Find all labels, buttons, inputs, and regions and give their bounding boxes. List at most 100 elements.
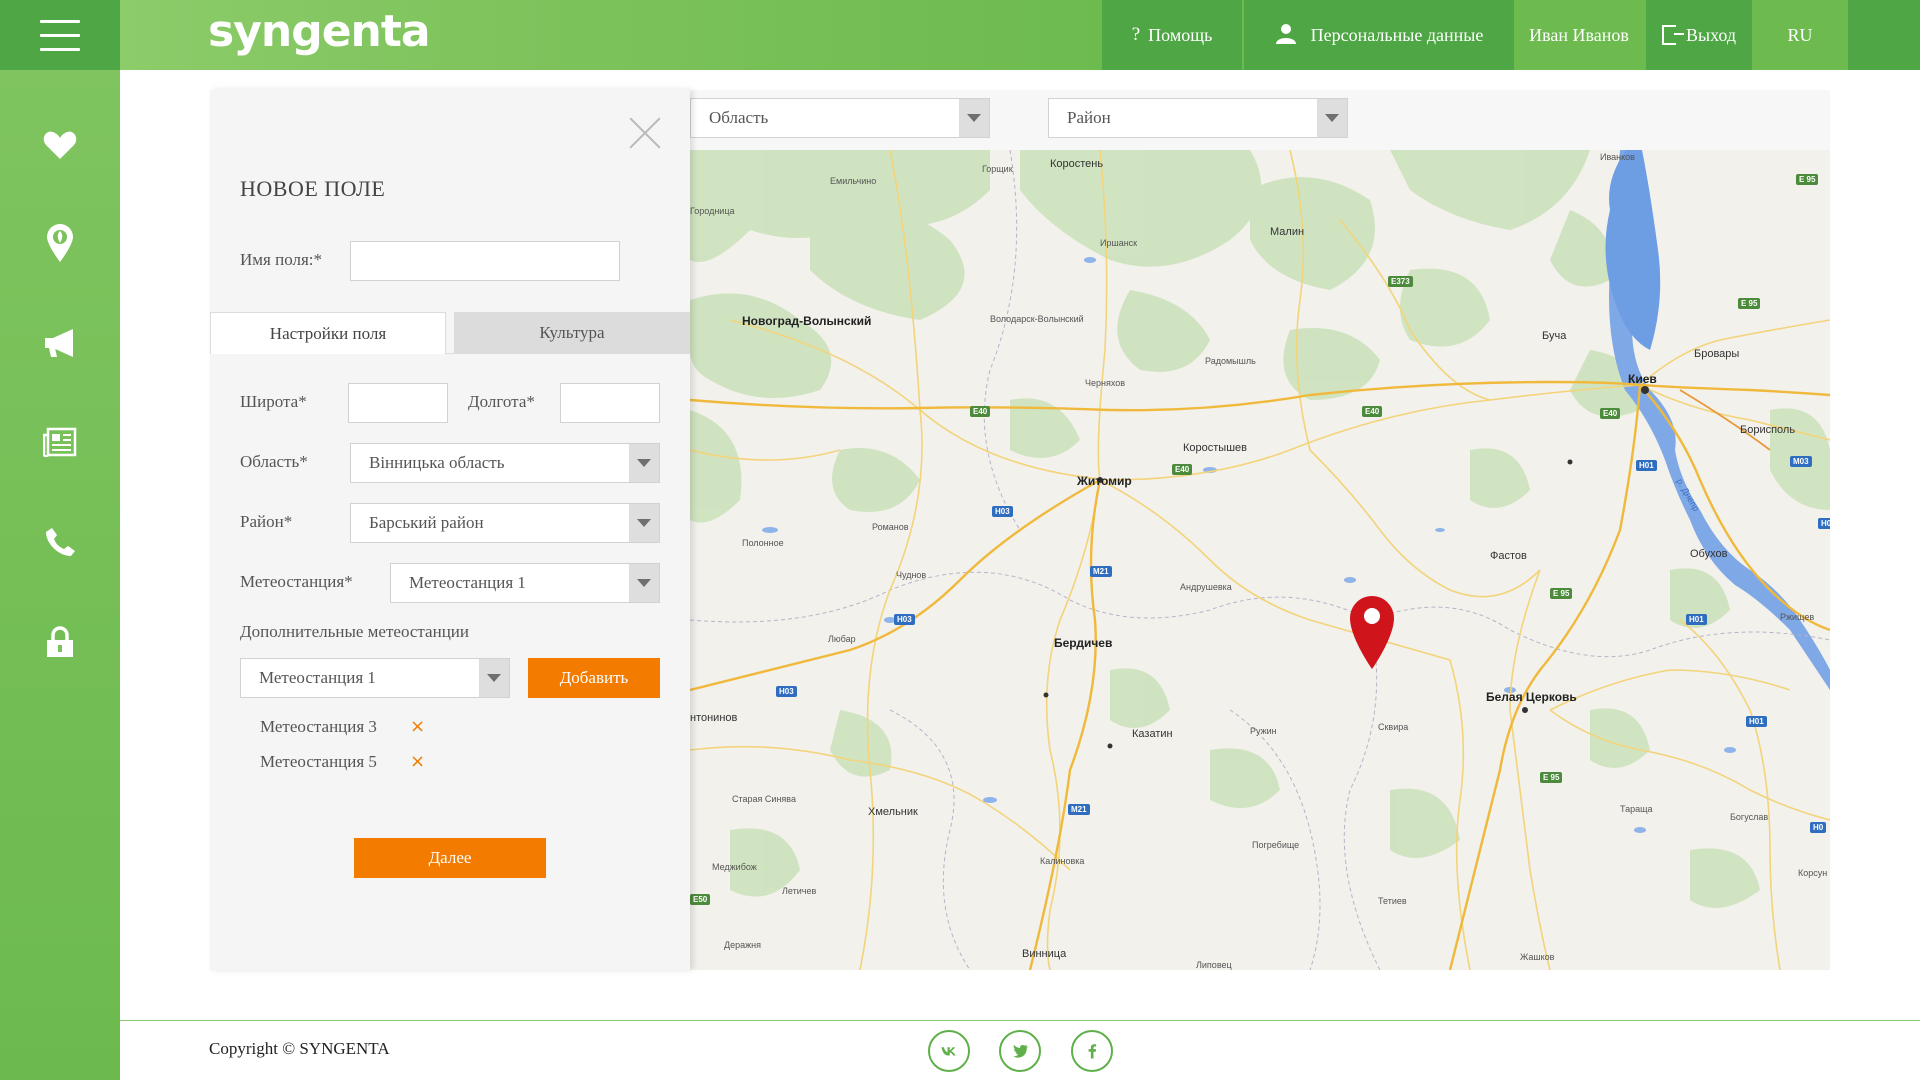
road-shield: E 95 bbox=[1738, 298, 1761, 309]
weather-station-label: Метеостанция* bbox=[240, 572, 353, 591]
chevron-down-icon bbox=[479, 659, 509, 697]
user-name[interactable]: Иван Иванов bbox=[1514, 0, 1644, 70]
map-label: Володарск-Волынский bbox=[990, 314, 1084, 324]
road-shield: E 95 bbox=[1796, 174, 1819, 185]
tab-culture[interactable]: Культура bbox=[454, 312, 690, 354]
sidebar-item-news[interactable] bbox=[40, 323, 80, 363]
map-label: Горщик bbox=[982, 164, 1013, 174]
road-shield: E50 bbox=[690, 894, 711, 905]
map-district-select[interactable]: Район bbox=[1048, 98, 1348, 138]
road-shield: H03 bbox=[894, 614, 915, 625]
map-label: Черняхов bbox=[1085, 378, 1126, 388]
tab-culture-label: Культура bbox=[539, 323, 605, 342]
location-pin-icon bbox=[47, 224, 73, 262]
map-label: Фастов bbox=[1490, 550, 1527, 562]
map-label: Бердичев bbox=[1054, 636, 1113, 650]
field-name-label: Имя поля:* bbox=[240, 250, 323, 269]
road-shield: E40 bbox=[1362, 406, 1383, 417]
remove-station-icon[interactable]: × bbox=[410, 716, 425, 737]
map-label: Емильчино bbox=[830, 176, 877, 186]
twitter-icon bbox=[1013, 1044, 1028, 1058]
megaphone-icon bbox=[45, 329, 73, 357]
phone-icon bbox=[46, 528, 75, 556]
close-icon[interactable] bbox=[628, 116, 662, 150]
map-filter-bar: Область Район bbox=[690, 90, 1830, 150]
map-label: Тетиев bbox=[1378, 896, 1407, 906]
extra-station-item: Метеостанция 3 bbox=[260, 717, 377, 736]
map-district-value: Район bbox=[1067, 108, 1111, 127]
menu-button[interactable] bbox=[0, 0, 120, 70]
chevron-down-icon bbox=[959, 99, 989, 137]
chevron-down-icon bbox=[629, 444, 659, 482]
map-label: Погребище bbox=[1252, 840, 1300, 850]
map-label: Летичев bbox=[782, 886, 817, 896]
exit-link[interactable]: Выход bbox=[1646, 0, 1752, 70]
region-select[interactable]: Вінницька область bbox=[350, 443, 660, 483]
sidebar-item-contacts[interactable] bbox=[40, 522, 80, 562]
map-region-value: Область bbox=[709, 108, 769, 127]
extra-station-select[interactable]: Метеостанция 1 bbox=[240, 658, 510, 698]
chevron-down-icon bbox=[629, 564, 659, 602]
road-shield: E 95 bbox=[1550, 588, 1573, 599]
location-marker-icon[interactable] bbox=[1348, 594, 1396, 670]
sidebar-item-fields[interactable] bbox=[40, 223, 80, 263]
help-link[interactable]: ? Помощь bbox=[1102, 0, 1242, 70]
map-label: Обухов bbox=[1690, 548, 1728, 560]
map-label: Полонное bbox=[742, 538, 784, 548]
chevron-down-icon bbox=[629, 504, 659, 542]
road-shield: H03 bbox=[776, 686, 797, 697]
chevron-down-icon bbox=[1317, 99, 1347, 137]
map-label: Коростышев bbox=[1183, 442, 1247, 454]
vk-link[interactable] bbox=[928, 1030, 970, 1072]
language-switch[interactable]: RU bbox=[1752, 0, 1848, 70]
tab-field-settings-label: Настройки поля bbox=[269, 323, 387, 343]
map-label: Богуслав bbox=[1730, 812, 1769, 822]
field-name-input[interactable] bbox=[350, 241, 620, 281]
language-label: RU bbox=[1787, 24, 1813, 45]
facebook-icon bbox=[1088, 1044, 1097, 1059]
personal-data-link[interactable]: Персональные данные bbox=[1244, 0, 1514, 70]
map-label: Радомышль bbox=[1205, 356, 1256, 366]
sidebar bbox=[0, 70, 120, 1080]
tab-field-settings[interactable]: Настройки поля bbox=[210, 312, 446, 354]
road-shield: M03 bbox=[1790, 456, 1812, 467]
longitude-input[interactable] bbox=[560, 383, 660, 423]
map-label: Корсун bbox=[1798, 868, 1828, 878]
remove-station-icon[interactable]: × bbox=[410, 751, 425, 772]
add-station-label: Добавить bbox=[559, 668, 629, 687]
map-label: Винница bbox=[1022, 948, 1067, 960]
map-label: Тараща bbox=[1620, 804, 1653, 814]
map-canvas[interactable]: Коростень Малин Иванков Новоград-Волынск… bbox=[690, 150, 1830, 970]
map-label: Старая Синява bbox=[732, 794, 796, 804]
user-name-label: Иван Иванов bbox=[1529, 24, 1629, 45]
facebook-link[interactable] bbox=[1071, 1030, 1113, 1072]
syngenta-logo[interactable]: syngenta bbox=[208, 6, 431, 57]
map-label: Коростень bbox=[1050, 158, 1104, 170]
map-label: Городница bbox=[690, 206, 735, 216]
footer-divider bbox=[120, 1020, 1920, 1021]
map-label: Калиновка bbox=[1040, 856, 1085, 866]
map-region-select[interactable]: Область bbox=[690, 98, 990, 138]
sidebar-item-favorites[interactable] bbox=[40, 125, 80, 165]
latitude-input[interactable] bbox=[348, 383, 448, 423]
sidebar-item-security[interactable] bbox=[40, 622, 80, 662]
sidebar-item-articles[interactable] bbox=[40, 422, 80, 462]
map-label: Бровары bbox=[1694, 348, 1740, 360]
district-select-value: Барський район bbox=[369, 513, 484, 532]
help-label: Помощь bbox=[1148, 24, 1213, 45]
road-shield: E373 bbox=[1388, 276, 1413, 287]
map-label: Андрушевка bbox=[1180, 582, 1232, 592]
add-station-button[interactable]: Добавить bbox=[528, 658, 660, 698]
map-label: Хмельник bbox=[868, 806, 918, 818]
road-shield: H0 bbox=[1818, 518, 1830, 529]
weather-station-select[interactable]: Метеостанция 1 bbox=[390, 563, 660, 603]
map-label: Житомир bbox=[1077, 474, 1132, 488]
personal-data-label: Персональные данные bbox=[1310, 24, 1484, 45]
road-shield: H03 bbox=[992, 506, 1013, 517]
district-select[interactable]: Барський район bbox=[350, 503, 660, 543]
map-label: Ружин bbox=[1250, 726, 1277, 736]
map-label: Деражня bbox=[724, 940, 761, 950]
twitter-link[interactable] bbox=[999, 1030, 1041, 1072]
top-bar: syngenta ? Помощь Персональные данные Ив… bbox=[0, 0, 1920, 70]
next-button[interactable]: Далее bbox=[354, 838, 546, 878]
